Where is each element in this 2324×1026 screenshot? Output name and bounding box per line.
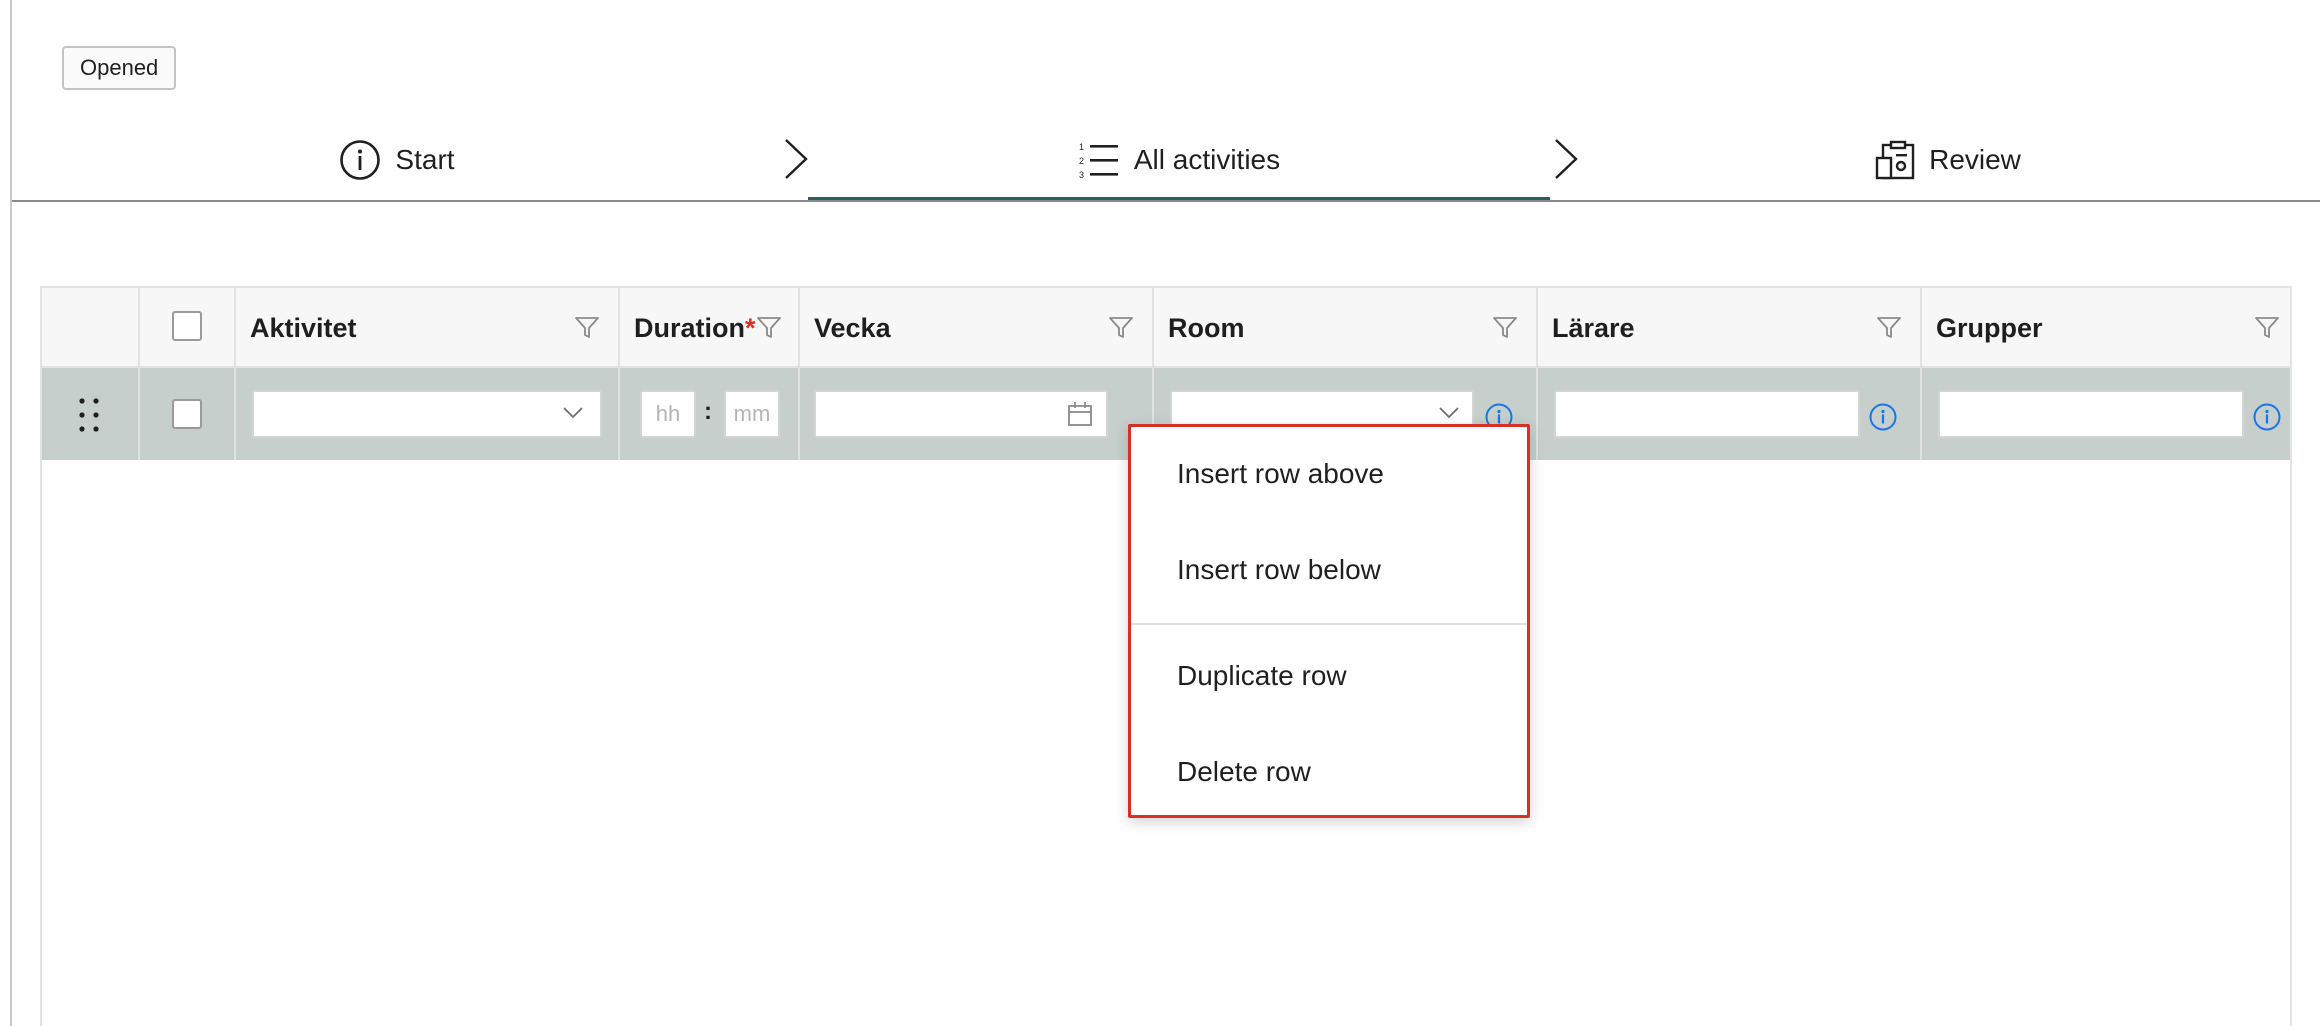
filter-icon[interactable] — [1876, 315, 1902, 341]
filter-icon[interactable] — [1108, 315, 1134, 341]
duration-hours-input[interactable]: hh — [640, 390, 696, 438]
app-page: Opened Start 1 2 3 All activities Review… — [0, 0, 2324, 1026]
calendar-icon[interactable] — [1066, 400, 1094, 428]
info-icon[interactable] — [1868, 402, 1898, 432]
column-header-aktivitet: Aktivitet — [250, 312, 357, 343]
status-badge: Opened — [62, 46, 177, 90]
column-header-grupper: Grupper — [1936, 312, 2043, 343]
required-marker: * — [745, 312, 756, 343]
svg-text:1: 1 — [1079, 142, 1084, 152]
step-start-label: Start — [395, 144, 455, 175]
row-context-menu: Insert row above Insert row below Duplic… — [1128, 424, 1530, 818]
menu-item-insert-row-above[interactable]: Insert row above — [1131, 439, 1527, 509]
grupper-input[interactable] — [1938, 390, 2244, 438]
column-header-vecka: Vecka — [814, 312, 891, 343]
svg-text:2: 2 — [1079, 156, 1084, 166]
chevron-down-icon — [563, 407, 583, 419]
info-icon[interactable] — [2252, 402, 2282, 432]
numbered-list-icon: 1 2 3 — [1079, 142, 1118, 180]
filter-icon[interactable] — [574, 315, 600, 341]
step-start[interactable]: Start — [12, 120, 782, 200]
column-divider — [1920, 288, 1922, 460]
menu-item-insert-row-below[interactable]: Insert row below — [1131, 535, 1527, 605]
row-checkbox[interactable] — [172, 399, 202, 429]
duration-separator: : — [704, 398, 712, 425]
step-review-label: Review — [1929, 144, 2021, 175]
larare-input[interactable] — [1554, 390, 1860, 438]
filter-icon[interactable] — [2254, 315, 2280, 341]
column-header-larare: Lärare — [1552, 312, 1635, 343]
column-divider — [798, 288, 800, 460]
filter-icon[interactable] — [756, 315, 782, 341]
wizard-stepper: Start 1 2 3 All activities Review — [12, 120, 2320, 202]
step-all-activities[interactable]: 1 2 3 All activities — [808, 120, 1550, 200]
info-circle-icon — [340, 140, 381, 180]
clipboard-review-icon — [1875, 140, 1915, 180]
select-all-checkbox[interactable] — [172, 311, 202, 341]
drag-handle-icon[interactable] — [74, 395, 104, 435]
column-header-room: Room — [1168, 312, 1245, 343]
column-header-duration: Duration * — [634, 312, 756, 343]
stepper-divider — [12, 200, 2320, 202]
column-divider — [234, 288, 236, 460]
duration-minutes-input[interactable]: mm — [724, 390, 780, 438]
chevron-down-icon — [1439, 407, 1459, 419]
menu-item-delete-row[interactable]: Delete row — [1131, 737, 1527, 807]
svg-text:3: 3 — [1079, 170, 1084, 180]
column-divider — [618, 288, 620, 460]
grid-header: Aktivitet Duration * Vecka Room Lärare Gr… — [42, 288, 2290, 368]
filter-icon[interactable] — [1492, 315, 1518, 341]
step-review[interactable]: Review — [1576, 120, 2320, 200]
aktivitet-dropdown[interactable] — [252, 390, 602, 438]
vecka-date-input[interactable] — [814, 390, 1108, 438]
column-divider — [1536, 288, 1538, 460]
menu-divider — [1131, 623, 1527, 625]
step-all-activities-label: All activities — [1133, 144, 1281, 175]
column-divider — [138, 288, 140, 460]
menu-item-duplicate-row[interactable]: Duplicate row — [1131, 641, 1527, 711]
chevron-right-icon — [785, 139, 808, 179]
